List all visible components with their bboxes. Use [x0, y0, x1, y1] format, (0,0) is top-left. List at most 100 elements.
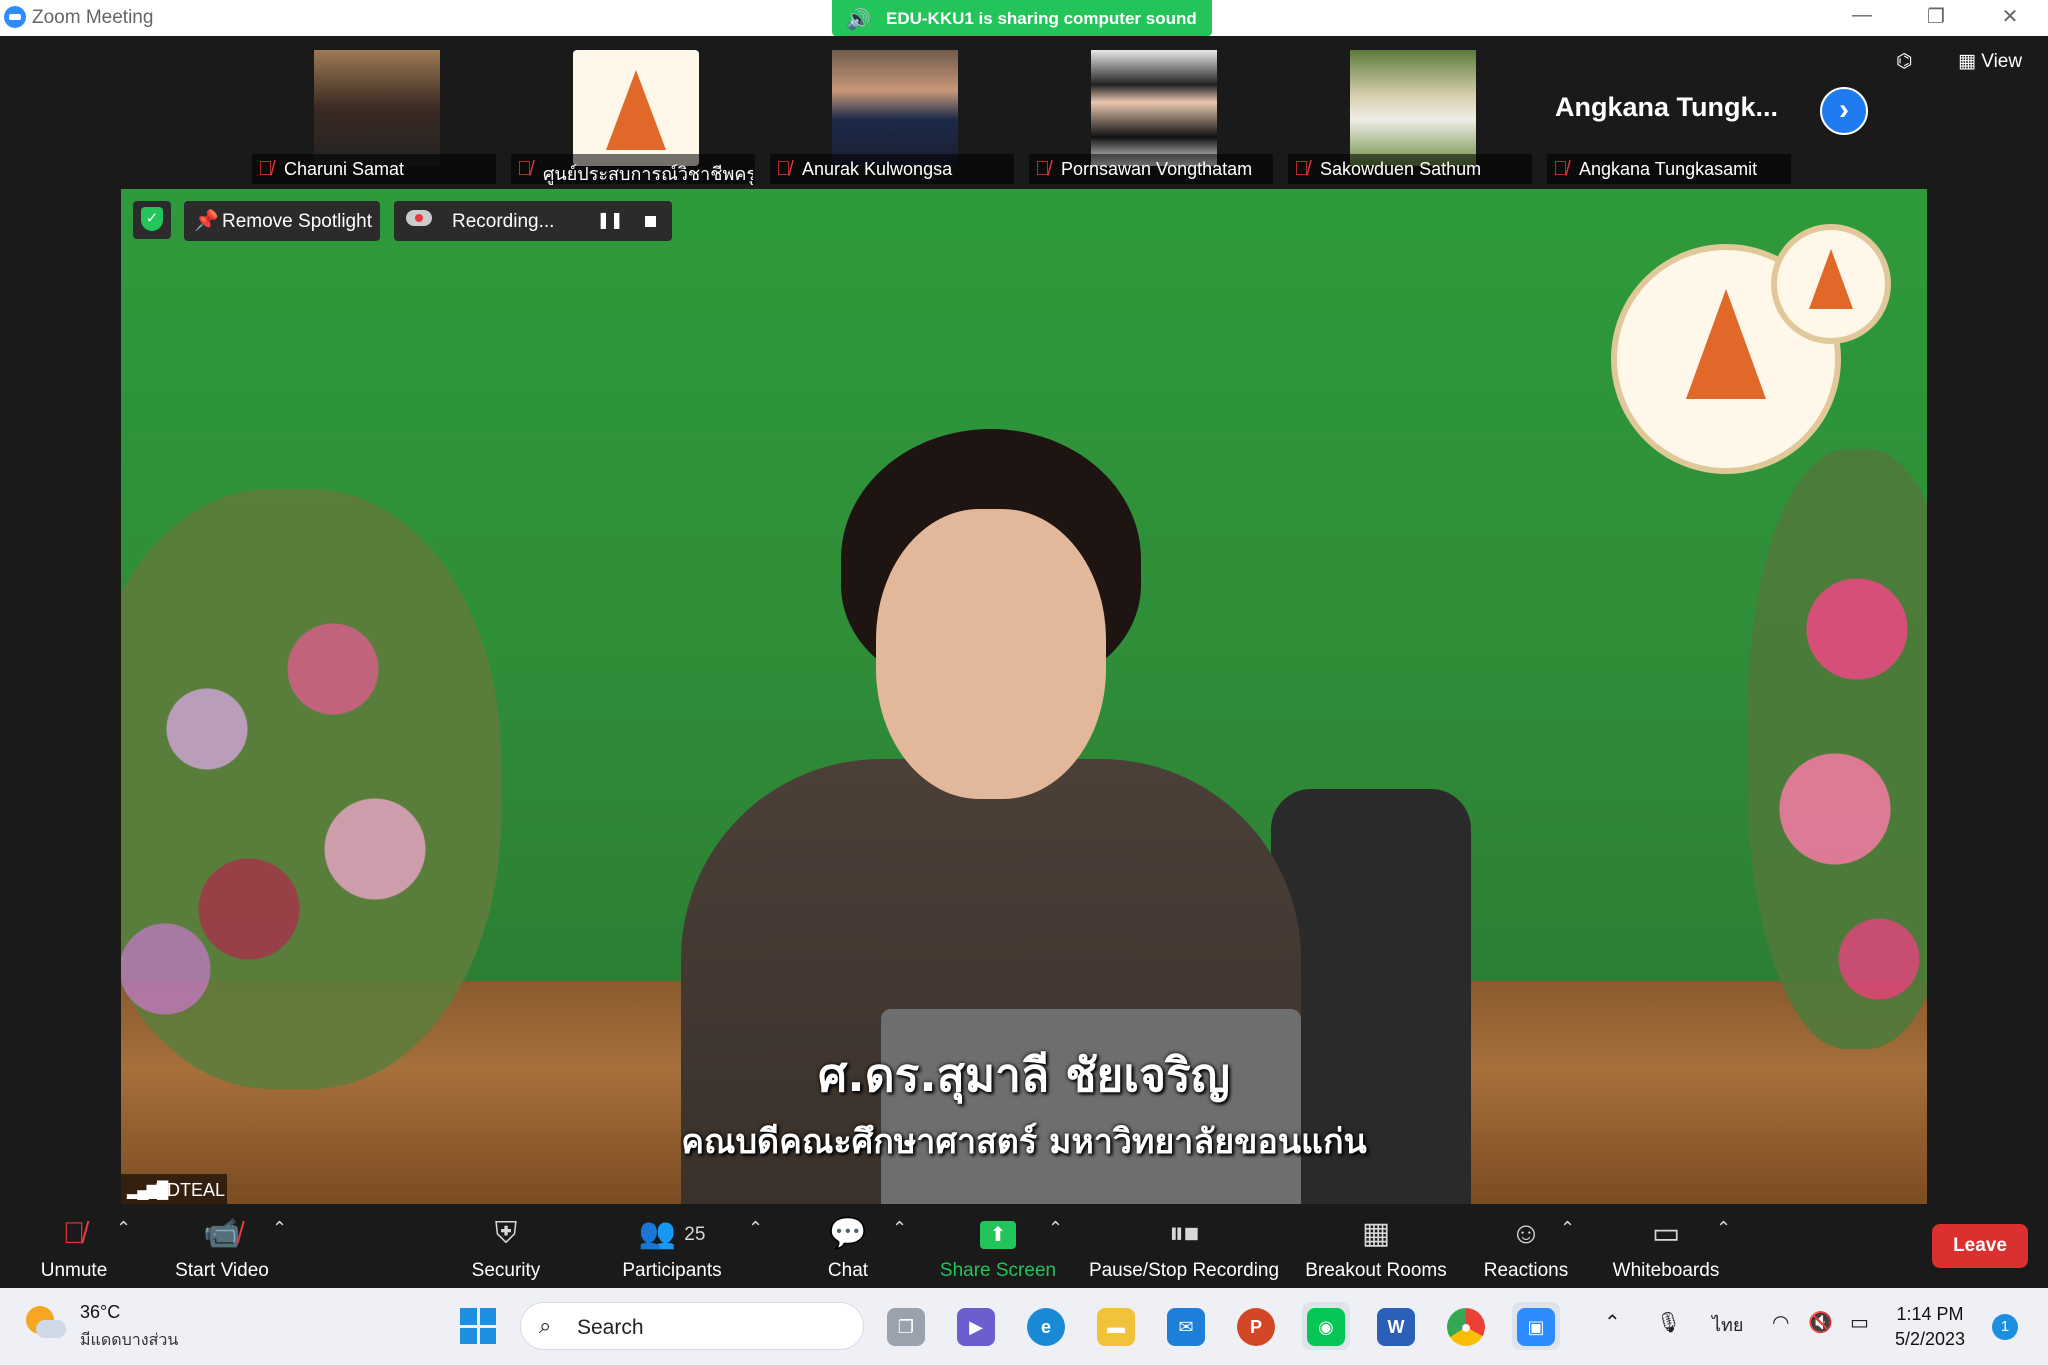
- search-label: Search: [577, 1316, 644, 1339]
- participant-tile[interactable]: 🎙̸ Sakowduen Sathum: [1284, 44, 1536, 184]
- participant-tile[interactable]: 🎙̸ Charuni Samat: [248, 44, 500, 184]
- sharing-sound-text: EDU-KKU1 is sharing computer sound: [886, 9, 1197, 28]
- view-button[interactable]: ▦ View: [1958, 50, 2022, 73]
- mail-icon[interactable]: ✉: [1162, 1302, 1210, 1350]
- whiteboards-label: Whiteboards: [1612, 1260, 1720, 1281]
- meeting-toolbar: 🎙̸ Unmute ⌃ 📹̸ Start Video ⌃ ⛨ Security …: [0, 1204, 2048, 1288]
- share-options-caret[interactable]: ⌃: [1048, 1218, 1063, 1239]
- participant-namebar: 🎙̸ Angkana Tungkasamit: [1547, 154, 1791, 184]
- minimize-button[interactable]: —: [1842, 4, 1882, 27]
- video-options-caret[interactable]: ⌃: [272, 1218, 287, 1239]
- participant-tile[interactable]: 🎙̸ Anurak Kulwongsa: [766, 44, 1018, 184]
- chat-bubble-icon: 💬: [829, 1217, 867, 1250]
- participants-options-caret[interactable]: ⌃: [748, 1218, 763, 1239]
- start-video-label: Start Video: [175, 1260, 269, 1281]
- whiteboards-options-caret[interactable]: ⌃: [1716, 1218, 1731, 1239]
- muted-mic-icon: 🎙̸: [1294, 158, 1309, 180]
- breakout-rooms-icon: ▦: [1361, 1217, 1391, 1250]
- participant-namebar: 🎙̸ Charuni Samat: [252, 154, 496, 184]
- taskbar-search[interactable]: ⌕ Search: [520, 1302, 864, 1350]
- pause-stop-icon: ⏸⏹: [1169, 1217, 1199, 1250]
- restore-button[interactable]: ❐: [1916, 4, 1956, 29]
- weather-icon[interactable]: [26, 1304, 66, 1344]
- chat-options-caret[interactable]: ⌃: [892, 1218, 907, 1239]
- pause-stop-recording-button[interactable]: ⏸⏹ Pause/Stop Recording: [1086, 1214, 1282, 1282]
- word-icon[interactable]: W: [1372, 1302, 1420, 1350]
- edge-icon[interactable]: e: [1022, 1302, 1070, 1350]
- stop-recording-button[interactable]: [634, 209, 666, 233]
- share-screen-button[interactable]: ⬆ Share Screen: [938, 1214, 1058, 1282]
- caption-name: ศ.ดร.สุมาลี ชัยเจริญ: [818, 1048, 1230, 1102]
- audio-options-caret[interactable]: ⌃: [116, 1218, 131, 1239]
- microphone-icon[interactable]: 🎙: [1656, 1310, 1681, 1335]
- reactions-options-caret[interactable]: ⌃: [1560, 1218, 1575, 1239]
- participant-photo: [1350, 50, 1476, 166]
- system-clock[interactable]: 1:14 PM 5/2/2023: [1880, 1302, 1980, 1352]
- participant-photo: [832, 50, 958, 166]
- speaker-name: EDTEAL: [155, 1180, 226, 1200]
- pause-recording-button[interactable]: ❚❚: [594, 209, 626, 233]
- powerpoint-icon[interactable]: P: [1232, 1302, 1280, 1350]
- participant-photo: [573, 50, 699, 166]
- muted-mic-icon: 🎙̸: [62, 1217, 86, 1250]
- view-label: View: [1981, 51, 2023, 72]
- security-button[interactable]: ⛨ Security: [460, 1214, 552, 1282]
- pause-stop-recording-label: Pause/Stop Recording: [1088, 1260, 1280, 1281]
- participant-tile[interactable]: 🎙̸ Pornsawan Vongthatam: [1025, 44, 1277, 184]
- participant-tile[interactable]: Angkana Tungk... 🎙̸ Angkana Tungkasamit: [1543, 44, 1795, 184]
- participant-namebar: 🎙̸ Pornsawan Vongthatam: [1029, 154, 1273, 184]
- participant-photo: [314, 50, 440, 166]
- university-seal-logo: [1771, 224, 1891, 344]
- remove-spotlight-button[interactable]: 📌 Remove Spotlight: [184, 201, 380, 241]
- line-icon[interactable]: ◉: [1302, 1302, 1350, 1350]
- participant-name: Pornsawan Vongthatam: [1061, 159, 1253, 179]
- participant-namebar: 🎙̸ Sakowduen Sathum: [1288, 154, 1532, 184]
- flower-arrangement-left: [121, 489, 501, 1089]
- remove-spotlight-label: Remove Spotlight: [222, 211, 372, 232]
- participant-name: Charuni Samat: [284, 159, 405, 179]
- chrome-icon[interactable]: ●: [1442, 1302, 1490, 1350]
- meeting-info-button[interactable]: ✓: [133, 201, 171, 239]
- participant-name: Sakowduen Sathum: [1320, 159, 1482, 179]
- participant-name: Anurak Kulwongsa: [802, 159, 953, 179]
- caption-title: คณบดีคณะศึกษาศาสตร์ มหาวิทยาลัยขอนแก่น: [681, 1122, 1367, 1162]
- speaker-icon: 🔊: [846, 9, 871, 31]
- weather-description: มีแดดบางส่วน: [80, 1330, 179, 1349]
- flower-arrangement-right: [1747, 449, 1927, 1049]
- task-view-icon[interactable]: ❐: [882, 1302, 930, 1350]
- input-language[interactable]: ไทย: [1712, 1310, 1743, 1339]
- participant-photo: [1091, 50, 1217, 166]
- security-label: Security: [471, 1260, 541, 1281]
- leave-button[interactable]: Leave: [1932, 1224, 2028, 1268]
- unmute-button[interactable]: 🎙̸ Unmute: [30, 1214, 118, 1282]
- spotlight-video: ศ.ดร.สุมาลี ชัยเจริญ คณบดีคณะศึกษาศาสตร์…: [121, 189, 1927, 1204]
- immersive-icon[interactable]: ⌬: [1896, 50, 1913, 73]
- battery-icon[interactable]: ▭: [1850, 1310, 1869, 1335]
- start-video-button[interactable]: 📹̸ Start Video: [166, 1214, 278, 1282]
- participant-namebar: 🎙̸ Anurak Kulwongsa: [770, 154, 1014, 184]
- wifi-icon[interactable]: ◠: [1772, 1310, 1789, 1335]
- notification-badge[interactable]: 1: [1992, 1314, 2018, 1340]
- whiteboards-button[interactable]: ▭ Whiteboards: [1604, 1214, 1728, 1282]
- weather-temperature: 36°C: [80, 1302, 121, 1322]
- breakout-rooms-button[interactable]: ▦ Breakout Rooms: [1302, 1214, 1450, 1282]
- participant-tile[interactable]: 🎙̸ ศูนย์ประสบการณ์วิชาชีพครู...: [507, 44, 759, 185]
- muted-mic-icon: 🎙̸: [776, 158, 791, 180]
- temple-logo-icon: [606, 70, 666, 150]
- next-page-button[interactable]: ›: [1820, 87, 1868, 135]
- unmute-label: Unmute: [40, 1260, 108, 1281]
- file-explorer-icon[interactable]: ▬: [1092, 1302, 1140, 1350]
- zoom-icon[interactable]: ▣: [1512, 1302, 1560, 1350]
- close-button[interactable]: ✕: [1990, 4, 2030, 29]
- start-button[interactable]: [460, 1308, 496, 1344]
- title-bar: Zoom Meeting 🔊 EDU-KKU1 is sharing compu…: [0, 0, 2048, 36]
- participants-button[interactable]: 👥 25 Participants: [614, 1214, 730, 1282]
- share-screen-icon: ⬆: [938, 1214, 1058, 1254]
- chat-button[interactable]: 💬 Chat: [812, 1214, 884, 1282]
- participant-display-name: Angkana Tungk...: [1555, 92, 1779, 122]
- shield-check-icon: ✓: [141, 207, 163, 231]
- volume-muted-icon[interactable]: 🔇: [1808, 1310, 1833, 1335]
- teams-icon[interactable]: ▶: [952, 1302, 1000, 1350]
- tray-overflow-chevron[interactable]: ⌃: [1604, 1310, 1621, 1335]
- chat-label: Chat: [827, 1260, 869, 1281]
